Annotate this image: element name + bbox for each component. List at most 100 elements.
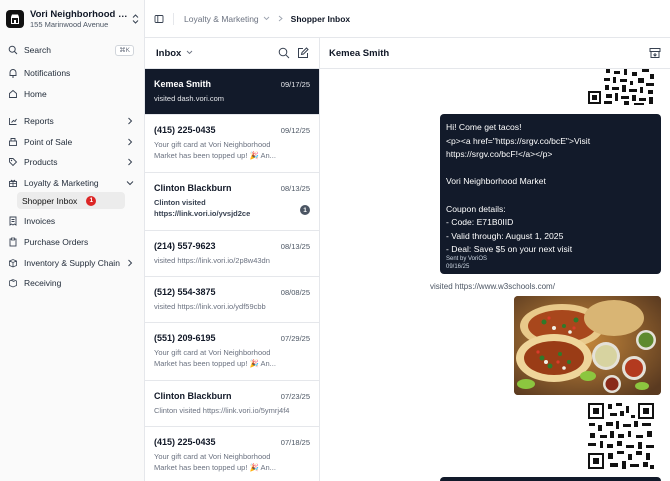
top-bar: Loyalty & Marketing Shopper Inbox: [145, 0, 670, 38]
conversation-preview: Your gift card at Vori Neighborhood Marke…: [154, 348, 276, 368]
conversation-item[interactable]: Clinton Blackburn 07/23/25 Clinton visite…: [145, 381, 319, 427]
home-icon: [8, 89, 18, 99]
sidebar-item-home[interactable]: Home: [4, 85, 138, 103]
search-icon[interactable]: [278, 47, 290, 59]
box-icon: [8, 258, 18, 268]
sidebar-item-label: Products: [24, 157, 58, 167]
register-icon: [8, 137, 18, 147]
outgoing-message-bubble: Hi! Come get tacos! <p><a href="https://…: [440, 114, 661, 274]
qr-code-image: [586, 69, 656, 106]
sidebar-item-notifications[interactable]: Notifications: [4, 64, 138, 82]
conversation-title: Kemea Smith: [329, 47, 390, 59]
conversation-item[interactable]: (512) 554-3875 08/08/25 visited https://l…: [145, 277, 319, 323]
qr-code-image: [586, 401, 656, 471]
gift-icon: [8, 178, 18, 188]
org-address: 155 Marinwood Avenue: [30, 19, 109, 29]
sidebar-item-receiving[interactable]: Receiving: [4, 274, 138, 292]
search-icon: [8, 45, 18, 55]
sidebar-item-reports[interactable]: Reports: [4, 112, 138, 130]
conversation-date: 07/29/25: [280, 333, 310, 343]
message-date: 09/16/25: [446, 264, 470, 270]
conversation-date: 08/13/25: [280, 183, 310, 193]
inbox-filter[interactable]: Inbox: [156, 48, 193, 59]
sidebar-item-loyalty-marketing[interactable]: Loyalty & Marketing: [4, 174, 138, 192]
conversation-date: 09/17/25: [280, 79, 310, 89]
chevron-right-icon: [126, 158, 134, 166]
conversation-item[interactable]: (551) 209-6195 07/29/25 Your gift card at…: [145, 323, 319, 381]
chevron-down-icon[interactable]: [263, 16, 270, 21]
conversation-date: 07/23/25: [280, 391, 310, 401]
conversation-name: Clinton Blackburn: [154, 183, 232, 193]
sidebar-item-inventory-supply-chain[interactable]: Inventory & Supply Chain: [4, 254, 138, 272]
breadcrumb: Loyalty & Marketing Shopper Inbox: [184, 14, 350, 24]
conversation-item[interactable]: Kemea Smith 09/17/25 visited dash.vori.co…: [145, 69, 319, 115]
conversation-preview: visited https://link.vori.io/2p8w43dn: [154, 256, 270, 265]
conversation-item[interactable]: (214) 557-9623 08/13/25 visited https://l…: [145, 231, 319, 277]
sidebar: Vori Neighborhood Market 155 Marinwood A…: [0, 0, 145, 481]
conversation-name: (415) 225-0435: [154, 125, 216, 135]
breadcrumb-parent[interactable]: Loyalty & Marketing: [184, 14, 259, 24]
sidebar-item-invoices[interactable]: Invoices: [4, 212, 138, 230]
unread-badge: 1: [86, 195, 97, 206]
conversation-preview: visited https://link.vori.io/ydf59cbb: [154, 302, 266, 311]
chevron-down-icon: [186, 50, 193, 57]
conversation-item[interactable]: (415) 225-0435 07/18/25 Your gift card at…: [145, 427, 319, 481]
conversation-header: Kemea Smith: [320, 38, 670, 69]
search-label: Search: [24, 45, 51, 55]
org-switcher[interactable]: Vori Neighborhood Market 155 Marinwood A…: [6, 7, 139, 31]
inbox-header: Inbox: [145, 38, 319, 69]
store-logo-icon: [6, 10, 24, 28]
outgoing-message-bubble: [440, 477, 661, 481]
conversation-body: Hi! Come get tacos! <p><a href="https://…: [320, 69, 670, 481]
org-name: Vori Neighborhood Market: [30, 8, 131, 20]
conversation-name: (512) 554-3875: [154, 287, 216, 297]
conversation-name: (551) 209-6195: [154, 333, 216, 343]
package-icon: [8, 278, 18, 288]
chevron-updown-icon: [131, 14, 139, 24]
conversation-date: 08/13/25: [280, 241, 310, 251]
archive-icon[interactable]: [649, 47, 661, 59]
bell-icon: [8, 68, 18, 78]
sidebar-item-shopper-inbox[interactable]: Shopper Inbox 1: [17, 192, 125, 209]
breadcrumb-current: Shopper Inbox: [290, 13, 351, 24]
compose-icon[interactable]: [297, 47, 309, 59]
tacos-image[interactable]: [514, 296, 661, 395]
conversation-preview: visited dash.vori.com: [154, 94, 225, 103]
search-nav[interactable]: Search ⌘K: [4, 41, 138, 59]
sidebar-item-point-of-sale[interactable]: Point of Sale: [4, 133, 138, 151]
sidebar-item-label: Reports: [24, 116, 54, 126]
conversation-preview: Clinton visited https://link.vori.io/yvsj…: [154, 198, 251, 218]
conversation-name: (415) 225-0435: [154, 437, 216, 447]
clipboard-icon: [8, 237, 18, 247]
chevron-right-icon: [126, 259, 134, 267]
conversation-name: Kemea Smith: [154, 79, 212, 89]
reports-icon: [8, 116, 18, 126]
sidebar-item-label: Purchase Orders: [24, 237, 89, 247]
sidebar-item-purchase-orders[interactable]: Purchase Orders: [4, 233, 138, 251]
chevron-right-icon: [126, 138, 134, 146]
search-shortcut: ⌘K: [115, 44, 134, 56]
conversation-date: 09/12/25: [280, 125, 310, 135]
conversation-item[interactable]: (415) 225-0435 09/12/25 Your gift card at…: [145, 115, 319, 173]
sent-by-label: Sent by VoriOS: [446, 256, 488, 262]
sidebar-item-label: Invoices: [24, 216, 56, 226]
conversation-preview: Your gift card at Vori Neighborhood Marke…: [154, 452, 276, 472]
sidebar-item-label: Home: [24, 89, 47, 99]
conversation-name: Clinton Blackburn: [154, 391, 232, 401]
sidebar-item-products[interactable]: Products: [4, 153, 138, 171]
invoice-icon: [8, 216, 18, 226]
chevron-right-icon: [126, 117, 134, 125]
unread-count-badge: 1: [300, 205, 310, 215]
incoming-message-text: visited https://www.w3schools.com/: [430, 282, 555, 291]
sidebar-item-label: Loyalty & Marketing: [24, 178, 99, 188]
divider: [173, 12, 174, 25]
message-meta: Sent by VoriOS 09/16/25: [446, 255, 487, 271]
conversation-name: (214) 557-9623: [154, 241, 216, 251]
sidebar-item-label: Shopper Inbox: [22, 195, 78, 206]
tag-icon: [8, 157, 18, 167]
conversation-item[interactable]: Clinton Blackburn 08/13/25 Clinton visite…: [145, 173, 319, 231]
inbox-list-panel: Inbox Kemea Smith 09/17/25 visited dash.v…: [145, 38, 320, 481]
sidebar-toggle-icon[interactable]: [154, 14, 164, 24]
sidebar-item-label: Inventory & Supply Chain: [24, 258, 120, 268]
sidebar-item-label: Receiving: [24, 278, 62, 288]
